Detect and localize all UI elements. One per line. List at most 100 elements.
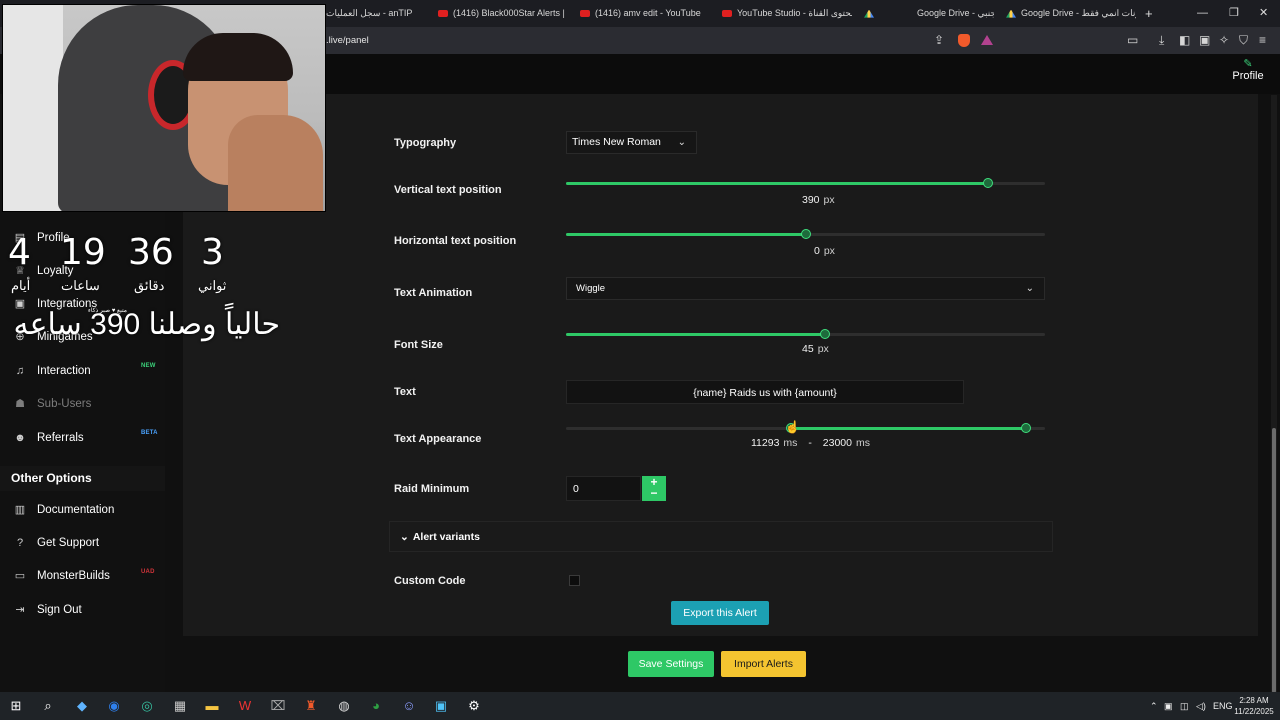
wallet-icon[interactable]: ▣ bbox=[1199, 27, 1210, 54]
profile-label: Profile bbox=[1232, 70, 1264, 82]
store-icon[interactable]: ▦ bbox=[166, 692, 194, 720]
close-window-button[interactable]: ✕ bbox=[1259, 0, 1268, 27]
overlay-headline: حالياً وصلنا 390 ساعه bbox=[13, 308, 280, 341]
tab-title: Google Drive - البرنات انمي فقط bbox=[1021, 8, 1136, 18]
value-unit: px bbox=[823, 245, 835, 257]
wps-icon[interactable]: W bbox=[231, 692, 259, 720]
typography-select[interactable]: Times New Roman ⌄ bbox=[566, 131, 697, 154]
youtube-icon bbox=[438, 10, 448, 18]
chrome-icon[interactable]: ◕ bbox=[362, 692, 390, 720]
brave-rewards-icon[interactable] bbox=[981, 35, 993, 45]
obs-icon[interactable]: ◍ bbox=[330, 692, 358, 720]
browser-tab[interactable]: YouTube Studio - محتوى القناة bbox=[722, 0, 852, 27]
horizontal-position-label: Horizontal text position bbox=[394, 235, 517, 247]
hair bbox=[183, 33, 293, 81]
share-icon[interactable]: ⇪ bbox=[934, 27, 944, 54]
feather-icon: ✎ bbox=[1243, 58, 1253, 70]
raid-minimum-input[interactable]: 0 bbox=[566, 476, 641, 501]
terminal-icon[interactable]: ⌧ bbox=[264, 692, 292, 720]
save-settings-button[interactable]: Save Settings bbox=[628, 651, 714, 677]
settings-icon[interactable]: ⚙ bbox=[460, 692, 488, 720]
value-number: 45 bbox=[802, 343, 814, 355]
sidebar-item-monsterbuilds[interactable]: ▭ MonsterBuilds bbox=[12, 566, 110, 586]
quantity-stepper[interactable]: + − bbox=[642, 476, 666, 501]
text-animation-select[interactable]: Wiggle ⌄ bbox=[566, 277, 1045, 300]
minimize-button[interactable]: — bbox=[1197, 0, 1208, 27]
discord-icon[interactable]: ☺ bbox=[395, 692, 423, 720]
value-unit: ms bbox=[855, 437, 870, 449]
volume-icon[interactable]: ◁) bbox=[1196, 692, 1206, 720]
sidebar-item-documentation[interactable]: ▥ Documentation bbox=[12, 500, 115, 520]
browser-tab[interactable]: Google Drive - اجنبي bbox=[864, 0, 994, 27]
browser-tab[interactable]: سجل العمليات - anTIP bbox=[326, 0, 426, 27]
sidebar-item-label: MonsterBuilds bbox=[37, 570, 110, 582]
app-icon[interactable]: ▣ bbox=[427, 692, 455, 720]
sidebar-item-sign-out[interactable]: ⇥ Sign Out bbox=[12, 600, 81, 620]
import-alerts-button[interactable]: Import Alerts bbox=[721, 651, 806, 677]
appearance-max-value: 23000 bbox=[822, 437, 852, 449]
export-alert-button[interactable]: Export this Alert bbox=[671, 601, 769, 625]
edge-icon[interactable]: ◎ bbox=[133, 692, 161, 720]
browser-tab[interactable]: (1416) Black000Star Alerts | نتار bbox=[438, 0, 566, 27]
sidebar-item-referrals[interactable]: ☻ Referrals bbox=[12, 428, 83, 448]
windows-start-icon[interactable]: ⊞ bbox=[2, 692, 30, 720]
search-icon[interactable]: ⌕ bbox=[34, 692, 62, 720]
font-size-label: Font Size bbox=[394, 339, 443, 351]
sidebar-item-get-support[interactable]: ? Get Support bbox=[12, 533, 99, 553]
network-icon[interactable]: ◫ bbox=[1180, 692, 1189, 720]
font-size-handle[interactable] bbox=[819, 329, 830, 339]
alert-variants-toggle[interactable]: ⌄ Alert variants bbox=[389, 521, 1053, 552]
text-appearance-value: 11293 ms - 23000 ms bbox=[751, 437, 870, 449]
custom-code-checkbox[interactable] bbox=[569, 575, 580, 586]
book-icon: ▥ bbox=[14, 504, 26, 516]
minus-icon[interactable]: − bbox=[642, 487, 666, 499]
scrollbar-thumb[interactable] bbox=[1272, 428, 1276, 693]
beta-badge: BETA bbox=[141, 430, 158, 436]
appearance-max-handle[interactable] bbox=[1020, 423, 1031, 433]
value-unit: px bbox=[823, 194, 835, 206]
sidebar-item-label: Interaction bbox=[37, 365, 91, 377]
uad-badge: UAD bbox=[141, 569, 155, 575]
reader-mode-icon[interactable]: ▭ bbox=[1127, 27, 1138, 54]
hand bbox=[228, 115, 323, 211]
horizontal-position-value: 0 px bbox=[814, 245, 835, 257]
menu-icon[interactable]: ≡ bbox=[1259, 27, 1266, 54]
text-appearance-label: Text Appearance bbox=[394, 433, 482, 445]
horizontal-position-handle[interactable] bbox=[800, 229, 811, 239]
system-clock[interactable]: 2:28 AM 11/22/2025 bbox=[1230, 695, 1278, 717]
sidebar-item-sub-users[interactable]: ☗ Sub-Users bbox=[12, 394, 91, 414]
leo-ai-icon[interactable]: ✧ bbox=[1219, 27, 1229, 54]
new-tab-button[interactable]: + bbox=[1145, 0, 1153, 27]
restore-button[interactable]: ❐ bbox=[1229, 0, 1239, 27]
edge-dev-icon[interactable]: ◉ bbox=[100, 692, 128, 720]
brave-shields-icon[interactable] bbox=[958, 34, 970, 47]
profile-link[interactable]: ✎ Profile bbox=[1228, 58, 1268, 82]
url-field[interactable]: .live/panel bbox=[326, 27, 369, 54]
text-label: Text bbox=[394, 386, 416, 398]
browser-tab-active[interactable]: Google Drive - البرنات انمي فقط bbox=[1006, 0, 1136, 27]
timer-seconds-label: ثواني bbox=[198, 278, 227, 293]
value-unit: ms bbox=[783, 437, 798, 449]
text-appearance-fill bbox=[791, 427, 1026, 430]
download-icon[interactable]: ⤓ bbox=[1159, 27, 1164, 54]
youtube-icon bbox=[580, 10, 590, 18]
vertical-position-handle[interactable] bbox=[982, 178, 993, 188]
sidebar-icon[interactable]: ◧ bbox=[1179, 27, 1190, 54]
timer-days-label: أيام bbox=[11, 278, 31, 293]
file-explorer-icon[interactable]: ▬ bbox=[198, 692, 226, 720]
sign-out-icon: ⇥ bbox=[15, 604, 25, 616]
chevron-up-icon[interactable]: ⌃ bbox=[1150, 692, 1158, 720]
brave-icon[interactable]: ♜ bbox=[297, 692, 325, 720]
timer-seconds: 3 bbox=[201, 232, 224, 273]
animation-value: Wiggle bbox=[576, 283, 606, 294]
google-drive-icon bbox=[864, 9, 874, 18]
sidebar-item-interaction[interactable]: ♫ Interaction bbox=[12, 361, 91, 381]
horizontal-position-fill bbox=[566, 233, 806, 236]
other-options-heading: Other Options bbox=[0, 466, 165, 491]
alert-text-input[interactable]: {name} Raids us with {amount} bbox=[566, 380, 964, 404]
browser-tab[interactable]: (1416) amv edit - YouTube bbox=[580, 0, 706, 27]
tray-app-icon[interactable]: ▣ bbox=[1164, 692, 1173, 720]
vpn-icon[interactable]: ⛉ bbox=[1239, 27, 1248, 54]
typography-label: Typography bbox=[394, 137, 457, 149]
copilot-icon[interactable]: ◆ bbox=[68, 692, 96, 720]
